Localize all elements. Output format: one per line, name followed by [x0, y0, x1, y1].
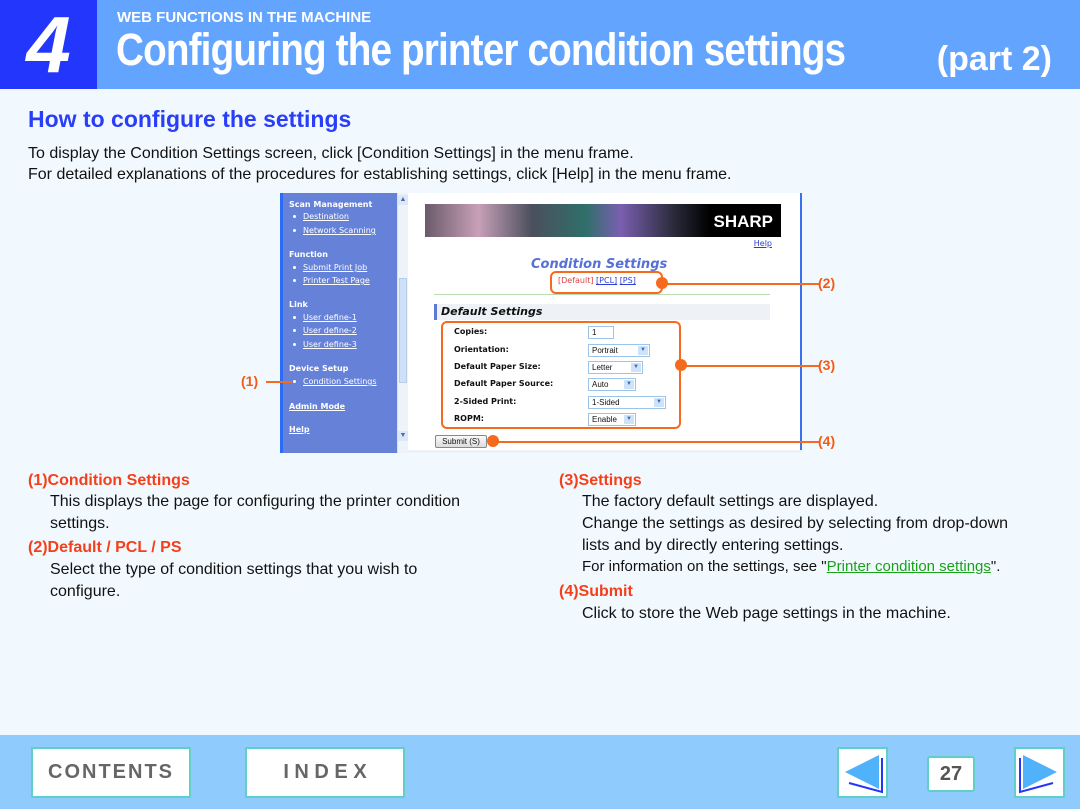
callout-3-box	[441, 321, 681, 429]
bullet-icon	[293, 279, 296, 282]
bullet-icon	[293, 215, 296, 218]
desc-4-line-1: Click to store the Web page settings in …	[582, 605, 951, 622]
page-number: 27	[927, 756, 975, 792]
callout-1-line	[266, 381, 292, 383]
condition-settings-title: Condition Settings	[531, 257, 668, 272]
desc-3-line-3: lists and by directly entering settings.	[582, 537, 844, 554]
contents-button[interactable]: CONTENTS	[31, 747, 191, 798]
page-title: Configuring the printer condition settin…	[116, 24, 846, 75]
scroll-down-icon[interactable]: ▼	[398, 431, 408, 441]
desc-3-line-4: For information on the settings, see "Pr…	[582, 558, 1001, 575]
desc-3-line-2: Change the settings as desired by select…	[582, 515, 1009, 532]
callout-2-label: (2)	[818, 275, 836, 291]
callout-3-label: (3)	[818, 357, 836, 373]
menu-item-network-scanning[interactable]: Network Scanning	[293, 226, 376, 235]
page-header: 4 WEB FUNCTIONS IN THE MACHINE Configuri…	[0, 0, 1080, 89]
menu-section-link: Link	[289, 300, 308, 309]
prev-page-button[interactable]	[837, 747, 888, 798]
desc-1-line-2: settings.	[50, 515, 110, 532]
callout-4-line	[493, 441, 820, 443]
menu-section-scan-management: Scan Management	[289, 200, 373, 209]
desc-4-heading: (4)Submit	[559, 583, 633, 600]
intro-line-1: To display the Condition Settings screen…	[28, 145, 634, 162]
part-label: (part 2)	[936, 40, 1052, 78]
desc-2-line-1: Select the type of condition settings th…	[50, 561, 418, 578]
desc-3-line-1: The factory default settings are display…	[582, 493, 879, 510]
menu-help[interactable]: Help	[289, 425, 310, 434]
bottom-strip	[408, 450, 802, 453]
menu-item-submit-print-job[interactable]: Submit Print Job	[293, 263, 367, 272]
scroll-thumb[interactable]	[399, 278, 407, 383]
callout-4-label: (4)	[818, 433, 836, 449]
menu-section-device-setup: Device Setup	[289, 364, 349, 373]
chapter-number: 4	[0, 0, 97, 89]
default-settings-bar: Default Settings	[434, 304, 770, 320]
menu-item-user-define-1[interactable]: User define-1	[293, 313, 357, 322]
help-link[interactable]: Help	[754, 239, 772, 248]
menu-section-function: Function	[289, 250, 328, 259]
section-heading: How to configure the settings	[28, 106, 352, 132]
left-triangle-icon	[845, 755, 883, 794]
right-triangle-icon	[1019, 755, 1057, 794]
menu-frame: Scan Management Destination Network Scan…	[280, 193, 397, 453]
printer-condition-settings-link[interactable]: Printer condition settings	[827, 558, 991, 575]
intro-line-2: For detailed explanations of the procedu…	[28, 166, 732, 183]
callout-2-line	[662, 283, 820, 285]
callout-1-label: (1)	[241, 373, 259, 389]
bullet-icon	[293, 343, 296, 346]
divider	[434, 294, 770, 295]
sharp-banner: SHARP	[425, 204, 781, 237]
next-page-button[interactable]	[1014, 747, 1065, 798]
menu-item-user-define-2[interactable]: User define-2	[293, 326, 357, 335]
desc-1-line-1: This displays the page for configuring t…	[50, 493, 461, 510]
desc-3-heading: (3)Settings	[559, 472, 642, 489]
bullet-icon	[293, 380, 296, 383]
desc-2-line-2: configure.	[50, 583, 121, 600]
menu-item-destination[interactable]: Destination	[293, 212, 349, 221]
bullet-icon	[293, 229, 296, 232]
menu-item-user-define-3[interactable]: User define-3	[293, 340, 357, 349]
desc-2-heading: (2)Default / PCL / PS	[28, 539, 182, 556]
submit-button[interactable]: Submit (S)	[435, 435, 487, 448]
menu-item-condition-settings[interactable]: Condition Settings	[293, 377, 377, 386]
sharp-logo: SHARP	[713, 212, 773, 231]
bullet-icon	[293, 329, 296, 332]
menu-scrollbar[interactable]: ▲ ▼	[397, 193, 408, 453]
default-settings-title: Default Settings	[441, 305, 543, 318]
callout-2-box	[550, 271, 663, 294]
bullet-icon	[293, 266, 296, 269]
scroll-up-icon[interactable]: ▲	[398, 195, 408, 205]
index-button[interactable]: I N D E X	[245, 747, 405, 798]
menu-admin-mode[interactable]: Admin Mode	[289, 402, 345, 411]
menu-item-printer-test-page[interactable]: Printer Test Page	[293, 276, 370, 285]
footer-nav: CONTENTS I N D E X 27	[0, 735, 1080, 809]
bullet-icon	[293, 316, 296, 319]
callout-3-line	[681, 365, 820, 367]
desc-1-heading: (1)Condition Settings	[28, 472, 190, 489]
